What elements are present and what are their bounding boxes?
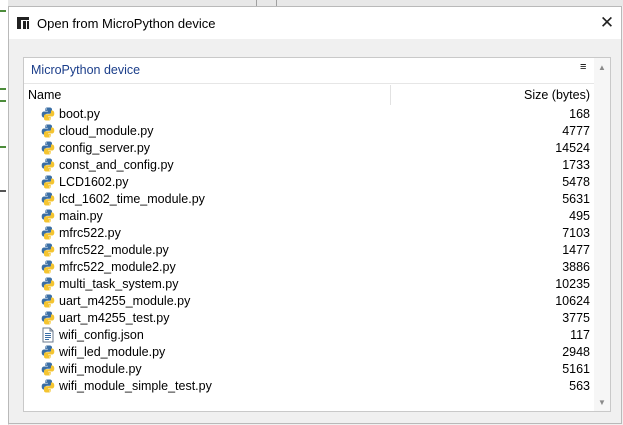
python-file-icon <box>40 378 56 394</box>
column-divider[interactable] <box>390 85 391 105</box>
background-code-mark <box>0 100 6 102</box>
python-file-icon <box>40 344 56 360</box>
file-size: 495 <box>569 209 590 223</box>
file-size: 5161 <box>562 362 590 376</box>
python-file-icon <box>40 361 56 377</box>
scroll-up-arrow[interactable]: ▲ <box>598 63 606 72</box>
file-name: wifi_led_module.py <box>59 345 166 359</box>
file-row[interactable]: multi_task_system.py 10235 <box>24 276 594 293</box>
file-row[interactable]: LCD1602.py 5478 <box>24 174 594 191</box>
python-file-icon <box>40 310 56 326</box>
python-file-icon <box>40 157 56 173</box>
dialog-title: Open from MicroPython device <box>37 16 216 31</box>
file-row[interactable]: cloud_module.py 4777 <box>24 123 594 140</box>
file-name: wifi_module.py <box>59 362 142 376</box>
vertical-scrollbar[interactable]: ▲ ▼ <box>594 58 610 411</box>
python-file-icon <box>40 140 56 156</box>
file-size: 5478 <box>562 175 590 189</box>
file-name: cloud_module.py <box>59 124 154 138</box>
file-size: 10624 <box>555 294 590 308</box>
background-code-mark <box>0 146 6 148</box>
python-file-icon <box>40 276 56 292</box>
file-name: mfrc522_module2.py <box>59 260 176 274</box>
file-row[interactable]: config_server.py 14524 <box>24 140 594 157</box>
file-row[interactable]: lcd_1602_time_module.py 5631 <box>24 191 594 208</box>
file-size: 168 <box>569 107 590 121</box>
file-row[interactable]: wifi_led_module.py 2948 <box>24 344 594 361</box>
file-row[interactable]: mfrc522.py 7103 <box>24 225 594 242</box>
file-name: uart_m4255_module.py <box>59 294 191 308</box>
file-size: 3886 <box>562 260 590 274</box>
file-size: 4777 <box>562 124 590 138</box>
background-code-mark <box>0 10 6 12</box>
file-name: multi_task_system.py <box>59 277 179 291</box>
python-file-icon <box>40 225 56 241</box>
file-size: 5631 <box>562 192 590 206</box>
file-name: boot.py <box>59 107 101 121</box>
file-name: lcd_1602_time_module.py <box>59 192 205 206</box>
panel-header: MicroPython device ≡ <box>24 58 594 82</box>
file-name: config_server.py <box>59 141 151 155</box>
file-row[interactable]: const_and_config.py 1733 <box>24 157 594 174</box>
file-size: 3775 <box>562 311 590 325</box>
file-size: 1477 <box>562 243 590 257</box>
python-file-icon <box>40 123 56 139</box>
file-row[interactable]: wifi_module.py 5161 <box>24 361 594 378</box>
background-code-mark <box>0 88 6 90</box>
column-header-row: Name Size (bytes) <box>24 84 594 106</box>
file-size: 117 <box>570 328 590 342</box>
panel-menu-button[interactable]: ≡ <box>580 61 586 73</box>
device-file-panel: MicroPython device ≡ Name Size (bytes) b… <box>23 57 611 412</box>
file-row[interactable]: uart_m4255_module.py 10624 <box>24 293 594 310</box>
file-name: mfrc522.py <box>59 226 121 240</box>
dialog-titlebar: Open from MicroPython device ✕ <box>9 7 621 39</box>
file-row[interactable]: mfrc522_module.py 1477 <box>24 242 594 259</box>
file-row[interactable]: mfrc522_module2.py 3886 <box>24 259 594 276</box>
file-size: 14524 <box>555 141 590 155</box>
open-file-dialog: Open from MicroPython device ✕ MicroPyth… <box>8 6 622 424</box>
python-file-icon <box>40 106 56 122</box>
file-name: wifi_module_simple_test.py <box>59 379 212 393</box>
column-header-name[interactable]: Name <box>28 88 61 102</box>
file-size: 1733 <box>562 158 590 172</box>
file-name: wifi_config.json <box>59 328 144 342</box>
python-file-icon <box>40 191 56 207</box>
file-name: LCD1602.py <box>59 175 129 189</box>
file-name: main.py <box>59 209 103 223</box>
scroll-down-arrow[interactable]: ▼ <box>598 398 606 407</box>
file-row[interactable]: main.py 495 <box>24 208 594 225</box>
file-name: const_and_config.py <box>59 158 174 172</box>
file-name: mfrc522_module.py <box>59 243 169 257</box>
background-code-mark <box>0 190 6 192</box>
text-file-icon <box>40 327 56 343</box>
python-file-icon <box>40 259 56 275</box>
close-button[interactable]: ✕ <box>593 7 621 39</box>
file-row[interactable]: wifi_config.json 117 <box>24 327 594 344</box>
file-list: boot.py 168 cloud_module.py 4777 config_serv… <box>24 106 594 395</box>
file-size: 563 <box>569 379 590 393</box>
file-name: uart_m4255_test.py <box>59 311 170 325</box>
panel-title: MicroPython device <box>31 63 141 77</box>
file-size: 2948 <box>562 345 590 359</box>
python-file-icon <box>40 293 56 309</box>
column-header-size[interactable]: Size (bytes) <box>524 88 590 102</box>
file-size: 7103 <box>562 226 590 240</box>
file-row[interactable]: uart_m4255_test.py 3775 <box>24 310 594 327</box>
python-file-icon <box>40 208 56 224</box>
python-file-icon <box>40 174 56 190</box>
file-row[interactable]: wifi_module_simple_test.py 563 <box>24 378 594 395</box>
file-row[interactable]: boot.py 168 <box>24 106 594 123</box>
file-size: 10235 <box>555 277 590 291</box>
python-file-icon <box>40 242 56 258</box>
thonny-app-icon <box>17 17 29 29</box>
